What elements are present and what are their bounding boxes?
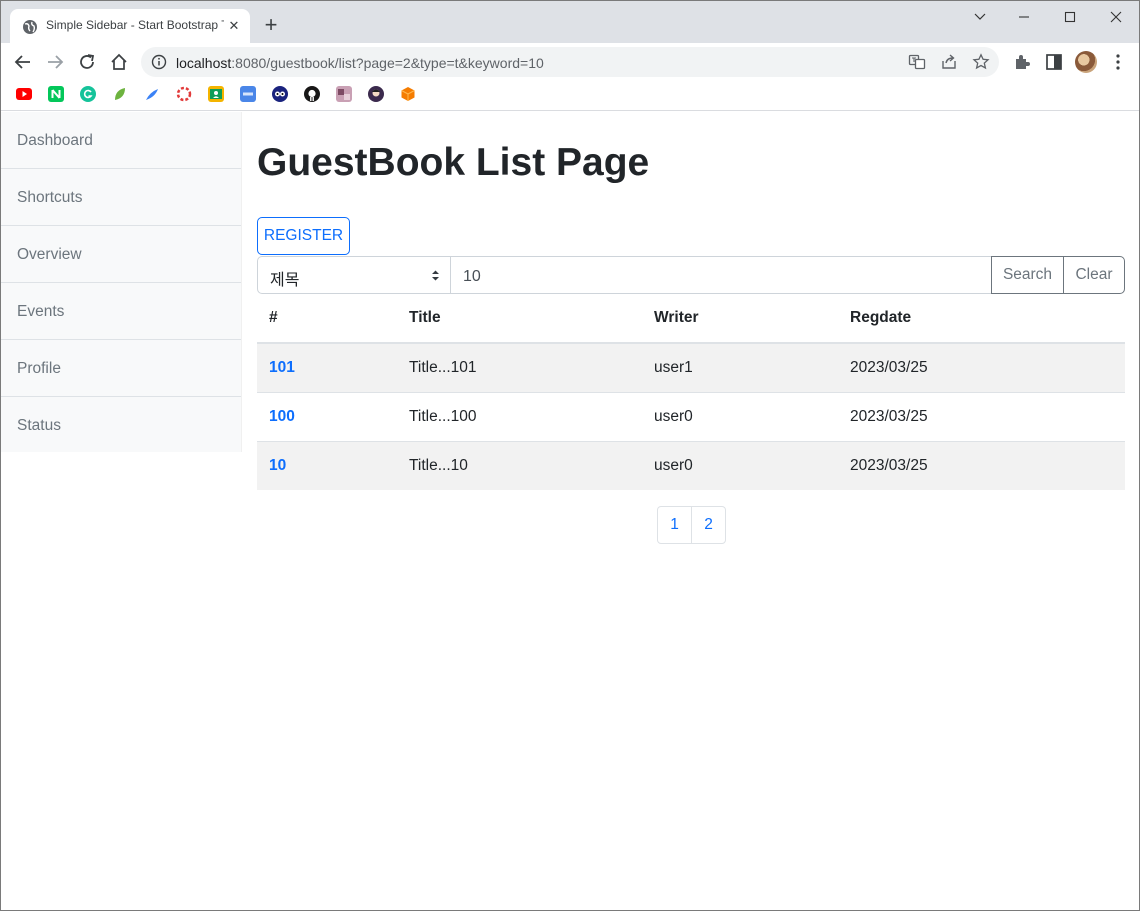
window-close-icon[interactable] — [1093, 5, 1139, 29]
row-number-link[interactable]: 10 — [269, 457, 286, 474]
row-number-cell: 100 — [257, 392, 397, 442]
browser-toolbar: localhost:8080/guestbook/list?page=2&typ… — [1, 43, 1139, 81]
app-bookmark-icon[interactable] — [240, 86, 256, 102]
naver-bookmark-icon[interactable] — [48, 86, 64, 102]
cube-bookmark-icon[interactable] — [400, 86, 416, 102]
new-tab-icon[interactable]: + — [259, 14, 283, 38]
bookmark-star-icon[interactable] — [972, 53, 990, 71]
url-text: localhost:8080/guestbook/list?page=2&typ… — [176, 55, 544, 71]
row-writer-cell: user1 — [642, 343, 838, 393]
browser-tab[interactable]: Simple Sidebar - Start Bootstrap Templat… — [10, 9, 250, 43]
row-regdate-cell: 2023/03/25 — [838, 392, 1125, 442]
table-row: 101 Title...101 user1 2023/03/25 — [257, 343, 1125, 393]
reload-icon[interactable] — [75, 50, 99, 74]
guestbook-table: # Title Writer Regdate 101 Title...101 u… — [257, 294, 1125, 490]
column-header-number: # — [257, 294, 397, 344]
select-arrows-icon — [432, 270, 439, 281]
tab-title: Simple Sidebar - Start Bootstrap Templat… — [46, 18, 224, 32]
search-type-select[interactable]: 제목 — [257, 256, 451, 294]
row-title-cell: Title...100 — [397, 392, 642, 442]
page-link-2[interactable]: 2 — [691, 506, 726, 544]
row-number-cell: 10 — [257, 441, 397, 490]
leaf-bookmark-icon[interactable] — [112, 86, 128, 102]
sidebar-item-profile[interactable]: Profile — [1, 340, 241, 397]
browser-window: Simple Sidebar - Start Bootstrap Templat… — [0, 0, 1140, 911]
column-header-writer: Writer — [642, 294, 838, 344]
back-icon[interactable] — [11, 50, 35, 74]
feather-bookmark-icon[interactable] — [144, 86, 160, 102]
sidebar: Dashboard Shortcuts Overview Events Prof… — [1, 112, 242, 452]
tab-close-icon[interactable]: ✕ — [226, 18, 242, 34]
side-panel-icon[interactable] — [1044, 52, 1064, 72]
address-bar[interactable]: localhost:8080/guestbook/list?page=2&typ… — [141, 47, 999, 77]
row-writer-cell: user0 — [642, 441, 838, 490]
info-icon[interactable] — [151, 54, 167, 70]
lifebuoy-bookmark-icon[interactable] — [176, 86, 192, 102]
forward-icon[interactable] — [43, 50, 67, 74]
home-icon[interactable] — [107, 50, 131, 74]
grammarly-bookmark-icon[interactable] — [80, 86, 96, 102]
github-bookmark-icon[interactable] — [304, 86, 320, 102]
share-icon[interactable] — [940, 53, 958, 71]
bookmarks-bar — [1, 81, 1139, 111]
clear-button[interactable]: Clear — [1063, 256, 1125, 294]
photo-bookmark-icon[interactable] — [336, 86, 352, 102]
page-title: GuestBook List Page — [257, 141, 650, 184]
keyword-value: 10 — [463, 268, 481, 285]
sidebar-item-dashboard[interactable]: Dashboard — [1, 112, 241, 169]
column-header-regdate: Regdate — [838, 294, 1125, 344]
sidebar-item-events[interactable]: Events — [1, 283, 241, 340]
register-button[interactable]: REGISTER — [257, 217, 350, 255]
search-button[interactable]: Search — [991, 256, 1064, 294]
translate-icon[interactable] — [908, 53, 926, 71]
maximize-icon[interactable] — [1047, 5, 1093, 29]
keyword-input[interactable]: 10 — [450, 256, 992, 294]
page-link-1[interactable]: 1 — [657, 506, 692, 544]
search-type-value: 제목 — [270, 272, 300, 289]
row-number-link[interactable]: 100 — [269, 408, 295, 425]
profile-avatar[interactable] — [1075, 51, 1097, 73]
table-row: 10 Title...10 user0 2023/03/25 — [257, 441, 1125, 490]
column-header-title: Title — [397, 294, 642, 344]
sidebar-item-overview[interactable]: Overview — [1, 226, 241, 283]
menu-kebab-icon[interactable] — [1108, 52, 1128, 72]
youtube-bookmark-icon[interactable] — [16, 86, 32, 102]
minimize-icon[interactable] — [1001, 5, 1047, 29]
table-row: 100 Title...100 user0 2023/03/25 — [257, 392, 1125, 442]
search-form: 제목 10 Search Clear — [257, 256, 1125, 294]
table-header-row: # Title Writer Regdate — [257, 294, 1125, 344]
row-number-link[interactable]: 101 — [269, 359, 295, 376]
row-regdate-cell: 2023/03/25 — [838, 441, 1125, 490]
url-host: localhost — [176, 55, 232, 71]
row-writer-cell: user0 — [642, 392, 838, 442]
page-viewport: Dashboard Shortcuts Overview Events Prof… — [1, 112, 1139, 910]
tab-search-chevron-icon[interactable] — [957, 5, 1003, 29]
classroom-bookmark-icon[interactable] — [208, 86, 224, 102]
sidebar-item-status[interactable]: Status — [1, 397, 241, 454]
extensions-icon[interactable] — [1012, 52, 1032, 72]
row-title-cell: Title...101 — [397, 343, 642, 393]
row-number-cell: 101 — [257, 343, 397, 393]
globe-icon — [23, 20, 37, 34]
url-path: :8080/guestbook/list?page=2&type=t&keywo… — [231, 55, 544, 71]
sidebar-item-shortcuts[interactable]: Shortcuts — [1, 169, 241, 226]
tab-strip: Simple Sidebar - Start Bootstrap Templat… — [1, 1, 1139, 43]
row-title-cell: Title...10 — [397, 441, 642, 490]
character-bookmark-icon[interactable] — [368, 86, 384, 102]
eyes-bookmark-icon[interactable] — [272, 86, 288, 102]
row-regdate-cell: 2023/03/25 — [838, 343, 1125, 393]
